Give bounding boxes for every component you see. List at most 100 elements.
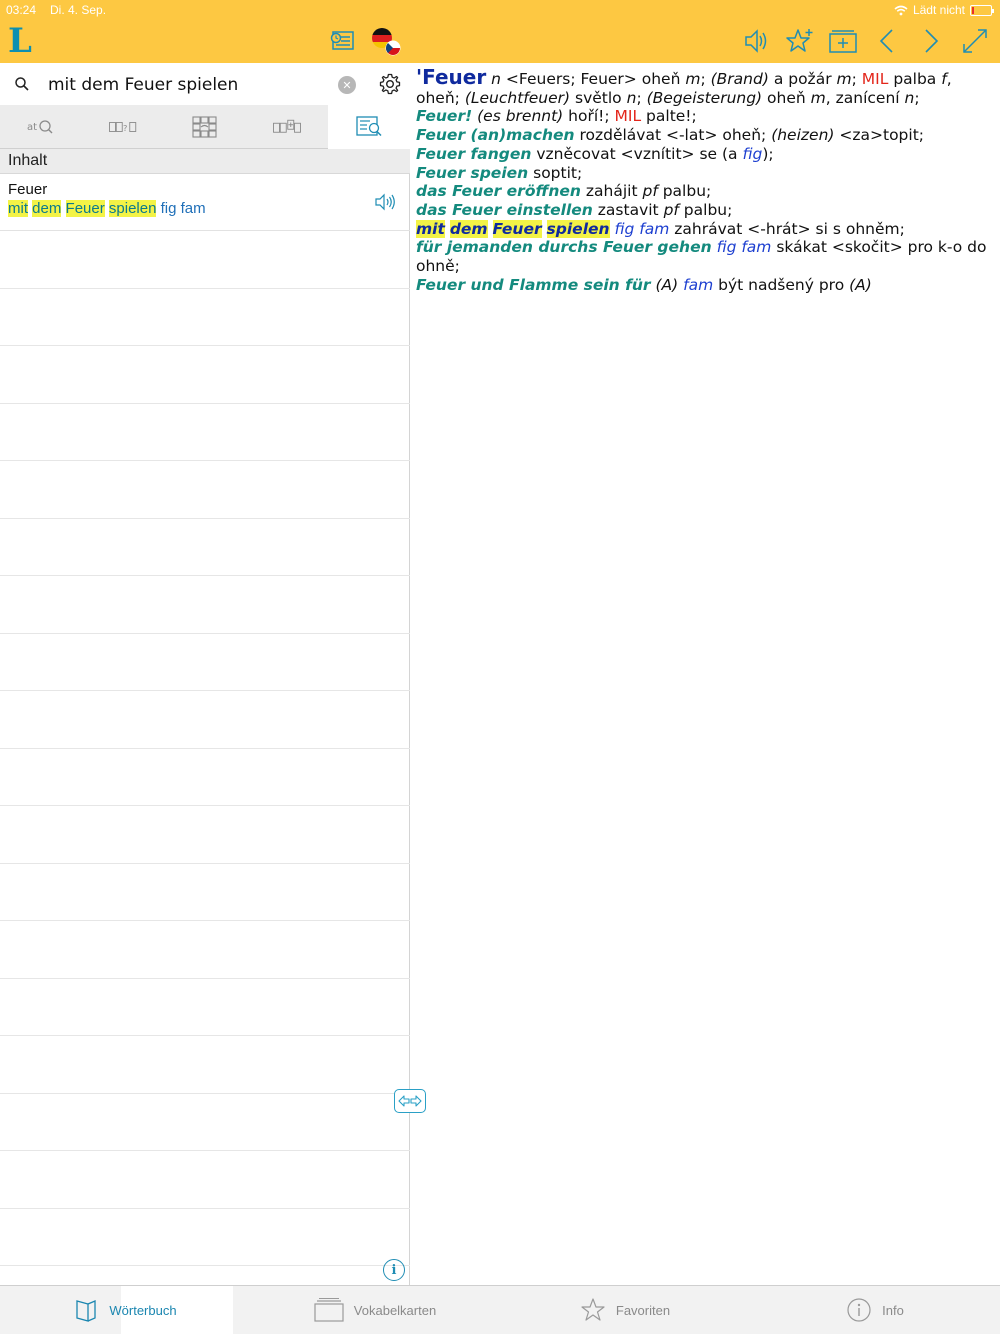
mode-fulltext-label: at bbox=[27, 122, 37, 133]
punct: ; bbox=[914, 88, 920, 107]
translation: oheň bbox=[767, 88, 806, 107]
crossword-search-icon bbox=[192, 116, 217, 138]
entry-line: das Feuer einstellen zastavit pf palbu; bbox=[416, 201, 994, 220]
status-date: Di. 4. Sep. bbox=[50, 3, 107, 17]
gender-label: n bbox=[626, 88, 637, 107]
aspect-label: pf bbox=[642, 182, 658, 201]
translation: palte!; bbox=[646, 107, 697, 126]
mode-conjugation[interactable] bbox=[246, 105, 328, 149]
tab-label: Vokabelkarten bbox=[353, 1302, 437, 1318]
clear-search-button[interactable]: ✕ bbox=[338, 76, 356, 94]
german-phrase[interactable]: Feuer! bbox=[416, 107, 472, 125]
back-button[interactable] bbox=[870, 24, 904, 58]
german-phrase[interactable]: Feuer und Flamme sein für bbox=[416, 276, 651, 294]
results-pane: ✕ at ? Inhalt bbox=[0, 63, 410, 1285]
tab-info[interactable]: Info bbox=[750, 1286, 1000, 1334]
highlighted-phrase-word[interactable]: mit bbox=[416, 219, 445, 238]
highlighted-phrase-word[interactable]: Feuer bbox=[492, 219, 542, 238]
mode-fulltext[interactable]: at bbox=[0, 105, 82, 149]
empty-row bbox=[0, 289, 410, 346]
translation: soptit; bbox=[533, 163, 583, 182]
speaker-icon bbox=[745, 29, 767, 53]
wildcard-search-icon: ? bbox=[109, 122, 137, 133]
wifi-icon bbox=[894, 5, 908, 15]
gear-icon[interactable] bbox=[378, 72, 402, 96]
mode-wildcard-label: ? bbox=[123, 123, 127, 133]
punct: , bbox=[946, 70, 952, 88]
mode-wildcard[interactable]: ? bbox=[82, 105, 164, 149]
usage-label: fig bbox=[742, 144, 763, 163]
german-phrase[interactable]: Feuer (an)machen bbox=[416, 126, 575, 144]
highlighted-phrase-word[interactable]: dem bbox=[449, 219, 488, 238]
tab-vokabelkarten[interactable]: Vokabelkarten bbox=[250, 1286, 500, 1334]
add-flashcard-button[interactable] bbox=[826, 24, 860, 58]
speaker-icon[interactable] bbox=[374, 193, 396, 211]
entry-line: Feuer! (es brennt) hoří!; MIL palte!; bbox=[416, 107, 994, 126]
domain-label: MIL bbox=[614, 107, 642, 126]
sense-label: (Brand) bbox=[710, 70, 769, 88]
german-phrase[interactable]: das Feuer eröffnen bbox=[416, 182, 581, 200]
german-phrase[interactable]: das Feuer einstellen bbox=[416, 201, 593, 219]
empty-row bbox=[0, 1036, 410, 1094]
punct: ; bbox=[636, 88, 642, 107]
tab-favoriten[interactable]: Favoriten bbox=[500, 1286, 750, 1334]
usage-label: fig fam bbox=[614, 219, 670, 238]
phrase-word: dem bbox=[32, 200, 62, 217]
tab-woerterbuch[interactable]: Wörterbuch bbox=[0, 1286, 250, 1334]
book-icon bbox=[76, 1300, 97, 1322]
case-label: (A) bbox=[655, 275, 679, 294]
entry-line: für jemanden durchs Feuer gehen fig fam … bbox=[416, 238, 994, 257]
empty-row bbox=[0, 461, 410, 519]
phrase-word: mit bbox=[8, 200, 28, 217]
empty-row bbox=[0, 231, 410, 289]
list-item[interactable]: Feuer mit dem Feuer spielen fig fam bbox=[0, 174, 410, 231]
language-switch-button[interactable] bbox=[370, 26, 402, 58]
swap-arrows-icon bbox=[398, 1095, 422, 1107]
star-icon bbox=[581, 1298, 605, 1321]
phrase-word: Feuer bbox=[65, 200, 105, 217]
empty-row bbox=[0, 691, 410, 749]
entry-line: 'Feuer n <Feuers; Feuer> oheň m; (Brand)… bbox=[416, 67, 994, 89]
sense-label: (es brennt) bbox=[477, 107, 564, 126]
translation: hoří!; bbox=[568, 107, 610, 126]
battery-status-text: Lädt nicht bbox=[912, 3, 965, 17]
sense-label: (heizen) bbox=[771, 126, 835, 145]
swap-pane-button[interactable] bbox=[394, 1089, 426, 1113]
search-icon bbox=[15, 77, 29, 91]
add-favorite-icon bbox=[786, 29, 813, 52]
tab-label: Favoriten bbox=[615, 1302, 671, 1318]
german-phrase[interactable]: Feuer speien bbox=[416, 164, 528, 182]
mode-content[interactable] bbox=[328, 105, 410, 149]
translation: palba bbox=[893, 70, 937, 88]
search-input[interactable] bbox=[40, 70, 330, 100]
history-button[interactable] bbox=[325, 24, 359, 58]
mode-crossword[interactable] bbox=[164, 105, 246, 149]
result-headword: Feuer bbox=[8, 181, 48, 198]
fullscreen-icon bbox=[963, 29, 987, 53]
fullscreen-button[interactable] bbox=[958, 24, 992, 58]
empty-row bbox=[0, 749, 410, 806]
empty-row bbox=[0, 346, 410, 404]
forward-button[interactable] bbox=[914, 24, 948, 58]
gender-label: n bbox=[491, 70, 501, 88]
german-phrase[interactable]: Feuer fangen bbox=[416, 145, 531, 163]
info-button[interactable]: i bbox=[383, 1259, 405, 1281]
status-right: Lädt nicht bbox=[894, 3, 994, 17]
usage-label: fig fam bbox=[716, 238, 772, 257]
forward-icon bbox=[925, 29, 939, 53]
punct: ; bbox=[700, 70, 706, 88]
usage-label: fam bbox=[683, 275, 714, 294]
results-section-header: Inhalt bbox=[0, 149, 410, 174]
highlighted-phrase-word[interactable]: spielen bbox=[546, 219, 610, 238]
translation: zastavit bbox=[597, 200, 659, 219]
add-favorite-button[interactable] bbox=[782, 24, 816, 58]
entry-line: das Feuer eröffnen zahájit pf palbu; bbox=[416, 182, 994, 201]
search-bar: ✕ bbox=[0, 63, 410, 105]
empty-row bbox=[0, 519, 410, 576]
pronounce-button[interactable] bbox=[738, 24, 772, 58]
tab-label: Info bbox=[882, 1302, 904, 1318]
entry-line: ohně; bbox=[416, 257, 994, 276]
add-flashcard-icon bbox=[829, 30, 857, 53]
domain-label: MIL bbox=[861, 70, 889, 88]
german-phrase[interactable]: für jemanden durchs Feuer gehen bbox=[416, 238, 712, 256]
